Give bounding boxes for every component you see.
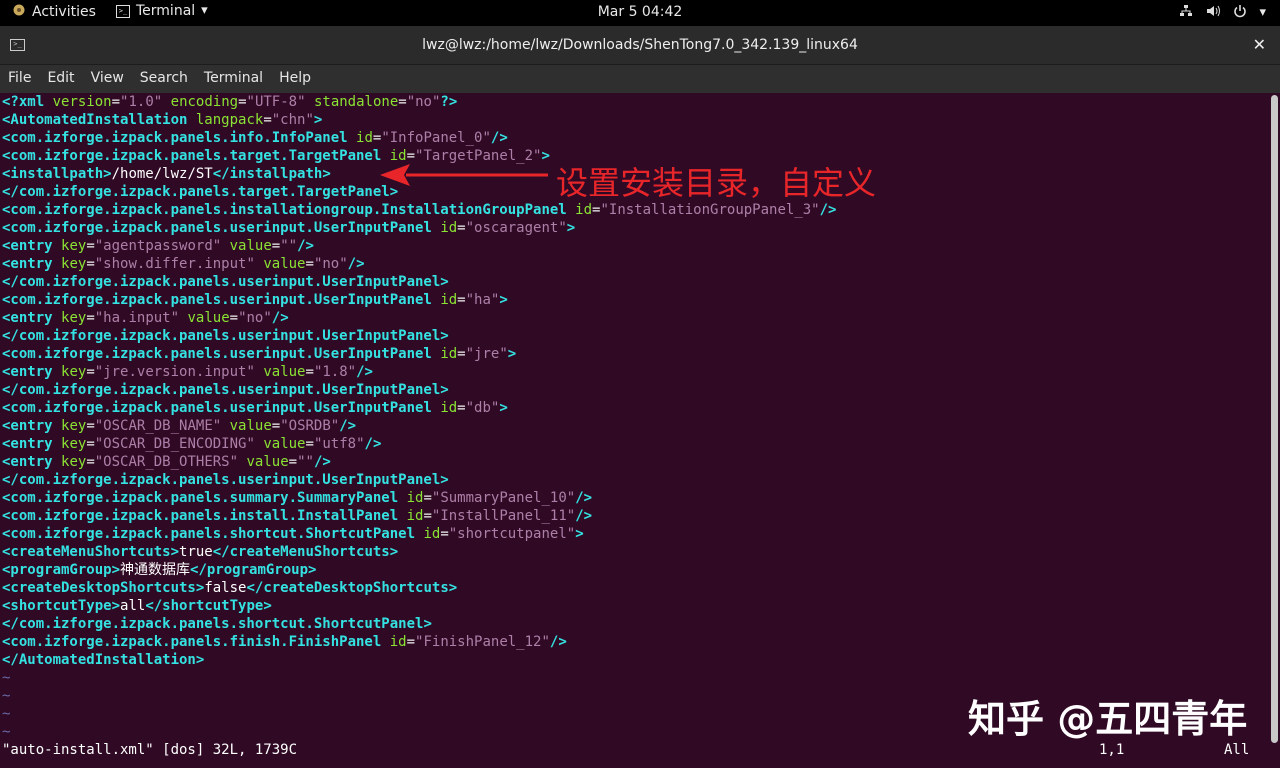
editor-line[interactable]: <entry key="OSCAR_DB_OTHERS" value=""/>: [2, 453, 331, 471]
empty-line-marker: ~: [2, 706, 11, 722]
menu-search[interactable]: Search: [140, 65, 188, 93]
editor-line[interactable]: <?xml version="1.0" encoding="UTF-8" sta…: [2, 93, 457, 111]
editor-line[interactable]: <entry key="show.differ.input" value="no…: [2, 255, 365, 273]
editor-line[interactable]: <com.izforge.izpack.panels.finish.Finish…: [2, 633, 567, 651]
annotation-arrow-icon: [380, 164, 548, 186]
network-icon[interactable]: [1179, 4, 1193, 22]
status-file-info: "auto-install.xml" [dos] 32L, 1739C: [2, 742, 298, 758]
editor-line[interactable]: <shortcutType>all</shortcutType>: [2, 597, 272, 615]
editor-line[interactable]: <entry key="ha.input" value="no"/>: [2, 309, 289, 327]
menu-help[interactable]: Help: [279, 65, 311, 93]
editor-line[interactable]: <AutomatedInstallation langpack="chn">: [2, 111, 322, 129]
empty-line-marker: ~: [2, 724, 11, 740]
chevron-down-icon[interactable]: ▾: [1259, 6, 1266, 20]
editor-line[interactable]: </AutomatedInstallation>: [2, 651, 204, 669]
editor-line[interactable]: <programGroup>神通数据库</programGroup>: [2, 561, 316, 579]
window-title: lwz@lwz:/home/lwz/Downloads/ShenTong7.0_…: [422, 37, 858, 53]
editor-line[interactable]: </com.izforge.izpack.panels.target.Targe…: [2, 183, 398, 201]
window-titlebar: >_ lwz@lwz:/home/lwz/Downloads/ShenTong7…: [0, 26, 1280, 65]
scrollbar-thumb[interactable]: [1271, 95, 1278, 743]
editor-line[interactable]: </com.izforge.izpack.panels.userinput.Us…: [2, 327, 449, 345]
editor-line[interactable]: </com.izforge.izpack.panels.userinput.Us…: [2, 381, 449, 399]
menu-terminal[interactable]: Terminal: [204, 65, 263, 93]
editor-line[interactable]: <com.izforge.izpack.panels.userinput.Use…: [2, 399, 508, 417]
editor-line[interactable]: <createMenuShortcuts>true</createMenuSho…: [2, 543, 398, 561]
editor-line[interactable]: <com.izforge.izpack.panels.userinput.Use…: [2, 345, 516, 363]
top-bar: Activities >_ Terminal ▾ Mar 5 04:42 ▾: [0, 0, 1280, 26]
editor-line[interactable]: <entry key="jre.version.input" value="1.…: [2, 363, 373, 381]
editor-line[interactable]: </com.izforge.izpack.panels.shortcut.Sho…: [2, 615, 432, 633]
menu-view[interactable]: View: [91, 65, 124, 93]
status-cursor-position: 1,1: [1099, 742, 1125, 758]
empty-line-marker: ~: [2, 688, 11, 704]
close-icon[interactable]: ✕: [1253, 35, 1266, 54]
editor-line[interactable]: <com.izforge.izpack.panels.summary.Summa…: [2, 489, 592, 507]
annotation-text: 设置安装目录，自定义: [556, 164, 877, 202]
editor-line[interactable]: <com.izforge.izpack.panels.info.InfoPane…: [2, 129, 508, 147]
empty-line-marker: ~: [2, 670, 11, 686]
editor-line[interactable]: </com.izforge.izpack.panels.userinput.Us…: [2, 273, 449, 291]
status-scroll-position: All: [1224, 742, 1250, 758]
menu-bar: File Edit View Search Terminal Help: [0, 65, 1280, 93]
editor-line[interactable]: <entry key="agentpassword" value=""/>: [2, 237, 314, 255]
power-icon[interactable]: [1233, 4, 1247, 22]
editor-line[interactable]: </com.izforge.izpack.panels.userinput.Us…: [2, 471, 449, 489]
menu-file[interactable]: File: [8, 65, 31, 93]
editor-line[interactable]: <createDesktopShortcuts>false</createDes…: [2, 579, 457, 597]
system-tray[interactable]: ▾: [1179, 4, 1266, 22]
editor-line[interactable]: <entry key="OSCAR_DB_ENCODING" value="ut…: [2, 435, 381, 453]
editor-line[interactable]: <entry key="OSCAR_DB_NAME" value="OSRDB"…: [2, 417, 356, 435]
clock[interactable]: Mar 5 04:42: [598, 4, 683, 20]
watermark: 知乎 @五四青年: [968, 697, 1248, 741]
editor-line[interactable]: <installpath>/home/lwz/ST</installpath>: [2, 165, 331, 183]
editor-line[interactable]: <com.izforge.izpack.panels.shortcut.Shor…: [2, 525, 584, 543]
editor-line[interactable]: <com.izforge.izpack.panels.userinput.Use…: [2, 219, 575, 237]
editor-line[interactable]: <com.izforge.izpack.panels.userinput.Use…: [2, 291, 508, 309]
menu-edit[interactable]: Edit: [47, 65, 74, 93]
volume-icon[interactable]: [1205, 4, 1221, 22]
editor-line[interactable]: <com.izforge.izpack.panels.install.Insta…: [2, 507, 592, 525]
